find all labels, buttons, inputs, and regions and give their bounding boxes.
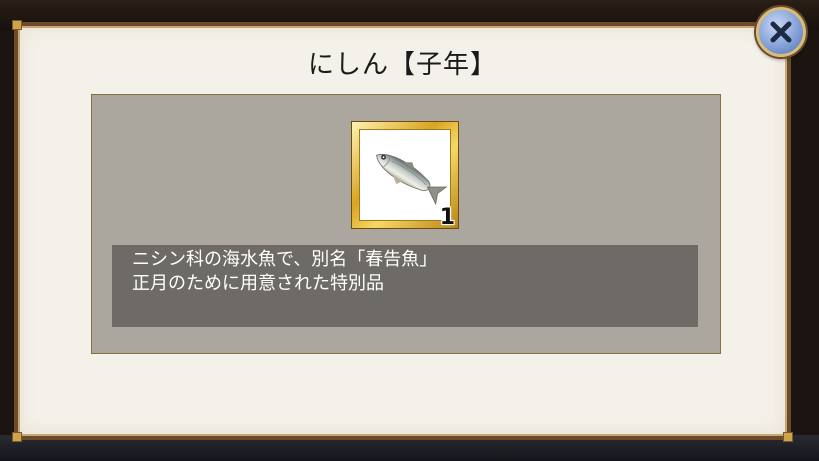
dialog-corner-ornament xyxy=(783,432,793,442)
dialog-corner-ornament xyxy=(12,432,22,442)
item-info-panel: 1 ニシン科の海水魚で、別名「春告魚」 正月のために用意された特別品 xyxy=(91,94,721,354)
item-slot[interactable]: 1 xyxy=(351,121,459,230)
item-description-box: ニシン科の海水魚で、別名「春告魚」 正月のために用意された特別品 xyxy=(112,245,698,327)
item-quantity: 1 xyxy=(439,205,455,230)
item-image-area xyxy=(359,129,451,221)
herring-fish-icon xyxy=(376,153,448,206)
item-detail-dialog: にしん【子年】 1 ニシン科の海水魚で、別名「春告魚」 正月のために用意された特… xyxy=(12,20,793,442)
description-line: ニシン科の海水魚で、別名「春告魚」 xyxy=(132,249,438,270)
description-line: 正月のために用意された特別品 xyxy=(132,273,384,294)
dialog-corner-ornament xyxy=(12,20,22,30)
close-button[interactable] xyxy=(756,7,806,57)
close-icon xyxy=(770,21,792,43)
dialog-title: にしん【子年】 xyxy=(307,50,497,80)
